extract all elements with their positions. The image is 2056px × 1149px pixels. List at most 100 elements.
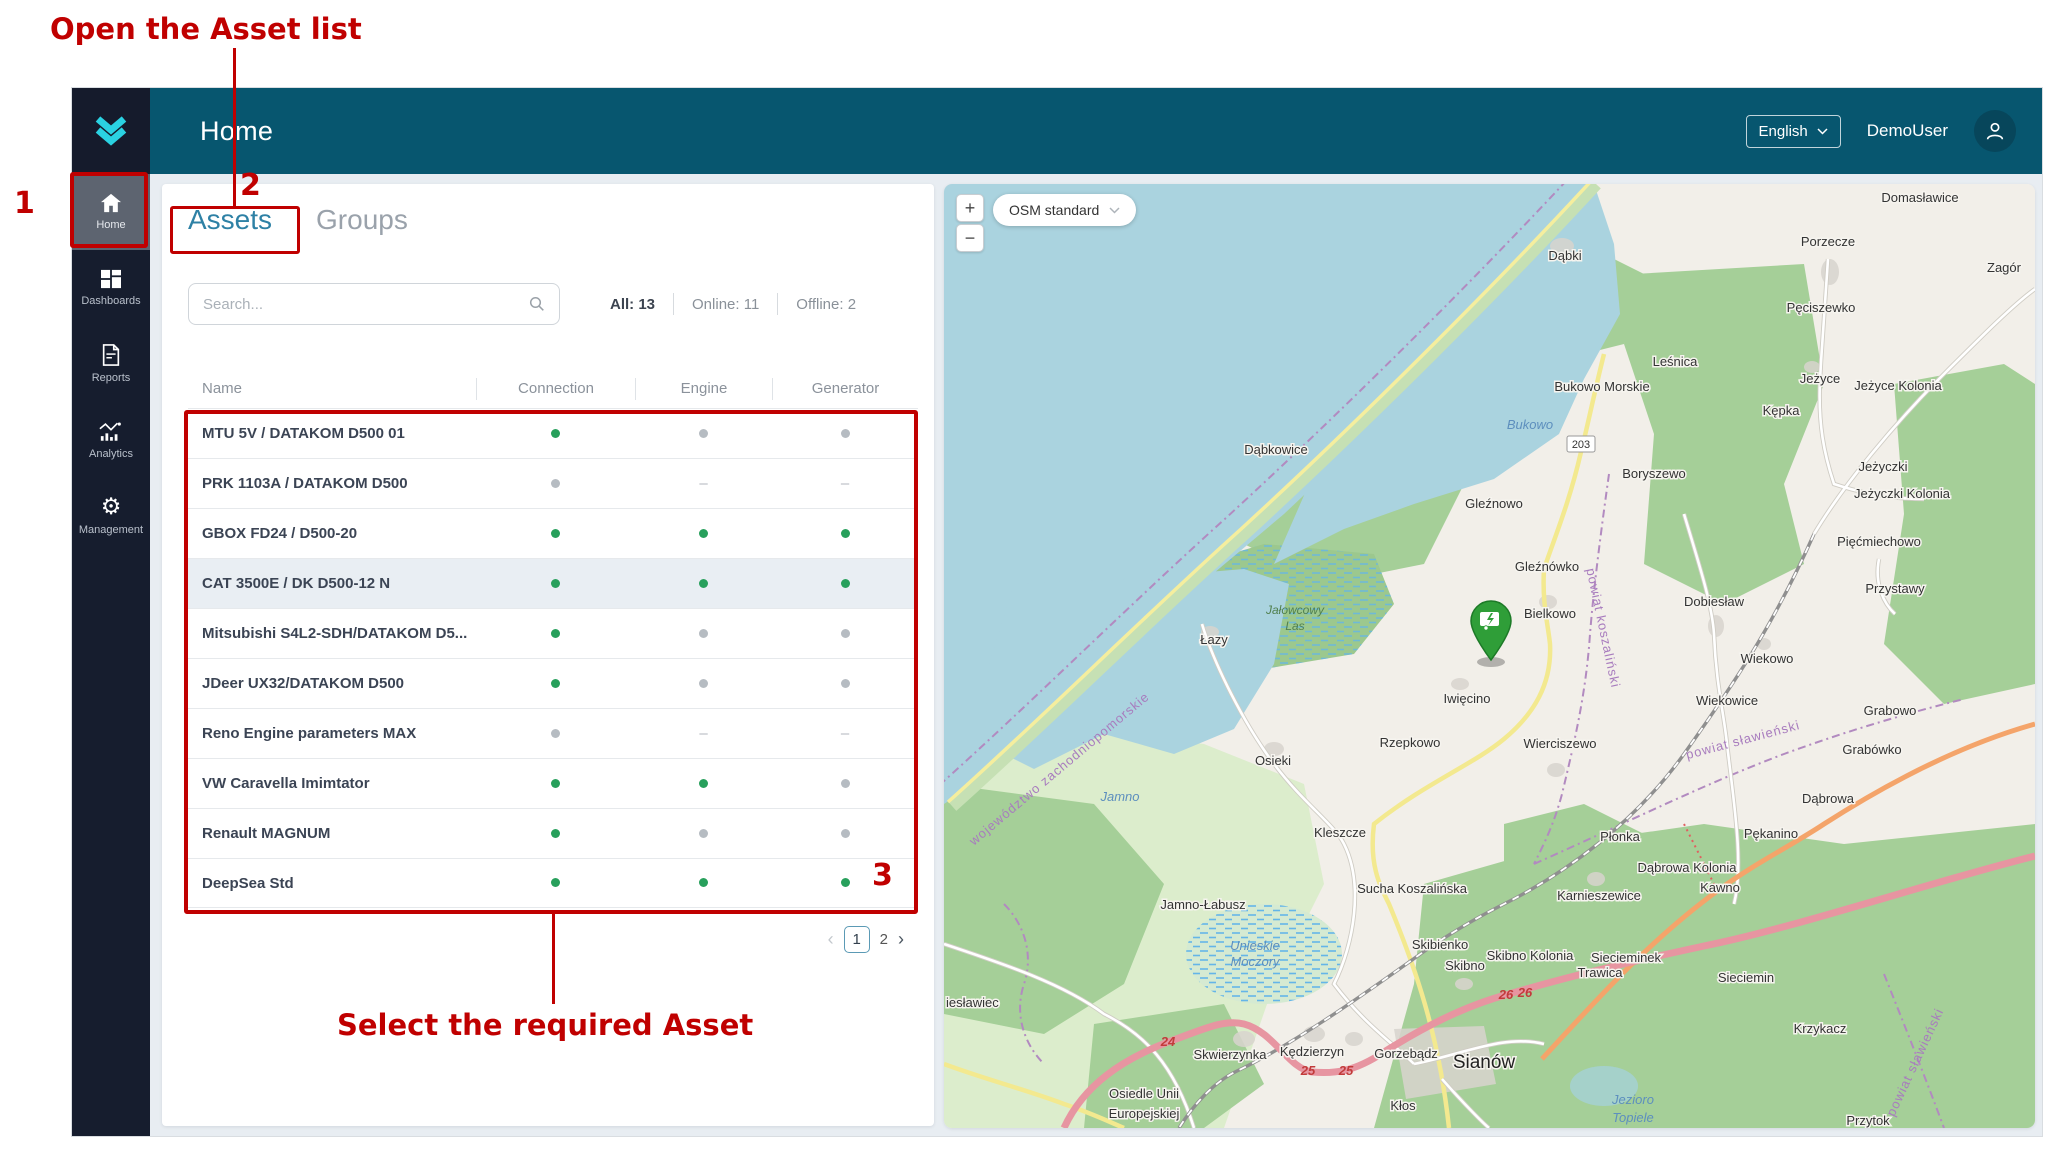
status-dot-icon (699, 679, 708, 688)
tab-assets[interactable]: Assets (188, 204, 272, 236)
table-row[interactable]: MTU 5V / DATAKOM D500 01 (188, 408, 918, 458)
asset-name[interactable]: PRK 1103A / DATAKOM D500 (188, 475, 476, 492)
table-row[interactable]: Renault MAGNUM (188, 808, 918, 858)
map-label: Jamno-Łabusz (1160, 897, 1245, 912)
sidebar-item-dashboards[interactable]: Dashboards (72, 250, 150, 326)
map-label: Sucha Koszalińska (1357, 881, 1468, 896)
map-label: Przytok (1846, 1113, 1890, 1128)
status-dot-icon (841, 878, 850, 887)
map-label: 25 (1338, 1063, 1354, 1078)
generator-status (772, 675, 918, 693)
column-header-generator[interactable]: Generator (772, 378, 918, 400)
map-label: 24 (1160, 1034, 1176, 1049)
map-label: Skwierzynka (1194, 1047, 1268, 1062)
map-label: Kędzierzyn (1280, 1044, 1344, 1059)
map-label: Sieciemin (1718, 970, 1774, 985)
connection-status (476, 525, 635, 543)
map-label: Pękanino (1744, 826, 1798, 841)
map-label: Gleźnowo (1465, 496, 1523, 511)
language-selector[interactable]: English (1746, 115, 1841, 148)
tab-groups[interactable]: Groups (316, 204, 408, 236)
connection-status (476, 425, 635, 443)
asset-name[interactable]: Reno Engine parameters MAX (188, 725, 476, 742)
generator-status (772, 825, 918, 843)
pagination-page-1[interactable]: 1 (844, 926, 870, 953)
filter-offline[interactable]: Offline: 2 (796, 296, 856, 313)
connection-status (476, 675, 635, 693)
search-input[interactable] (203, 296, 529, 313)
generator-status: – (772, 725, 918, 743)
asset-name[interactable]: CAT 3500E / DK D500-12 N (188, 575, 476, 592)
sidebar-item-management[interactable]: ⚙ Management (72, 478, 150, 554)
filter-online[interactable]: Online: 11 (692, 296, 759, 313)
map-label: Bielkowo (1524, 606, 1576, 621)
genset-wheel-icon (1484, 626, 1488, 630)
map-label: Boryszewo (1622, 466, 1686, 481)
connection-status (476, 825, 635, 843)
status-dot-icon (841, 579, 850, 588)
map-panel[interactable]: + − OSM standard (944, 184, 2035, 1128)
table-row[interactable]: CAT 3500E / DK D500-12 N (188, 558, 918, 608)
chevron-down-icon (1817, 128, 1828, 135)
map-canvas[interactable]: DomasławicePorzeczeZagórDąbkiPęciszewkoL… (944, 184, 2035, 1128)
sidebar-item-reports[interactable]: Reports (72, 326, 150, 402)
table-row[interactable]: Mitsubishi S4L2-SDH/DATAKOM D5... (188, 608, 918, 658)
app-logo[interactable] (72, 88, 150, 174)
map-layer-selector[interactable]: OSM standard (993, 194, 1136, 226)
map-zoom-out-button[interactable]: − (956, 224, 984, 252)
table-row[interactable]: Reno Engine parameters MAX–– (188, 708, 918, 758)
filter-all[interactable]: All: 13 (610, 296, 655, 313)
map-label: Europejskiej (1109, 1106, 1180, 1121)
map-label: 26 (1498, 987, 1514, 1002)
sidebar-item-analytics[interactable]: Analytics (72, 402, 150, 478)
status-dot-icon (841, 529, 850, 538)
map-label: Las (1285, 619, 1304, 633)
map-label: Wiekowo (1741, 651, 1794, 666)
connection-status (476, 625, 635, 643)
user-avatar[interactable] (1974, 110, 2016, 152)
asset-name[interactable]: GBOX FD24 / D500-20 (188, 525, 476, 542)
status-dot-icon (551, 579, 560, 588)
map-zoom-in-button[interactable]: + (956, 194, 984, 222)
table-row[interactable]: DeepSea Std (188, 858, 918, 908)
sidebar-item-label: Analytics (89, 448, 133, 460)
page-title: Home (200, 116, 273, 147)
map-label: 26 (1517, 985, 1533, 1000)
map-label: Iwięcino (1444, 691, 1491, 706)
asset-name[interactable]: Mitsubishi S4L2-SDH/DATAKOM D5... (188, 625, 476, 642)
table-row[interactable]: GBOX FD24 / D500-20 (188, 508, 918, 558)
asset-name[interactable]: JDeer UX32/DATAKOM D500 (188, 675, 476, 692)
status-dot-icon (551, 629, 560, 638)
table-row[interactable]: JDeer UX32/DATAKOM D500 (188, 658, 918, 708)
pagination-page-2[interactable]: 2 (880, 931, 888, 948)
annotation-open-asset-list: Open the Asset list (50, 12, 362, 46)
column-header-engine[interactable]: Engine (635, 378, 772, 400)
table-row[interactable]: PRK 1103A / DATAKOM D500–– (188, 458, 918, 508)
engine-status (635, 625, 772, 643)
column-header-name[interactable]: Name (188, 378, 476, 400)
column-header-connection[interactable]: Connection (476, 378, 635, 400)
asset-name[interactable]: VW Caravella Imimtator (188, 775, 476, 792)
gear-icon: ⚙ (101, 496, 122, 518)
pagination-prev-icon[interactable]: ‹ (828, 929, 834, 950)
pagination-next-icon[interactable]: › (898, 929, 904, 950)
map-label: Wierciszewo (1524, 736, 1597, 751)
sidebar-item-home[interactable]: Home (72, 174, 150, 250)
map-label: Skibno (1445, 958, 1485, 973)
asset-name[interactable]: DeepSea Std (188, 875, 476, 892)
asset-name[interactable]: Renault MAGNUM (188, 825, 476, 842)
status-dot-icon (699, 829, 708, 838)
filter-divider (777, 293, 778, 315)
status-dot-icon (551, 779, 560, 788)
map-label: Skibno Kolonia (1487, 948, 1574, 963)
user-name: DemoUser (1867, 121, 1948, 141)
table-row[interactable]: VW Caravella Imimtator (188, 758, 918, 808)
map-label: Krzykacz (1794, 1021, 1847, 1036)
engine-status (635, 575, 772, 593)
map-label: Moczory (1230, 954, 1281, 969)
generator-status (772, 874, 918, 892)
engine-status: – (635, 475, 772, 493)
search-input-wrap (188, 283, 560, 325)
generator-status (772, 625, 918, 643)
asset-name[interactable]: MTU 5V / DATAKOM D500 01 (188, 425, 476, 442)
